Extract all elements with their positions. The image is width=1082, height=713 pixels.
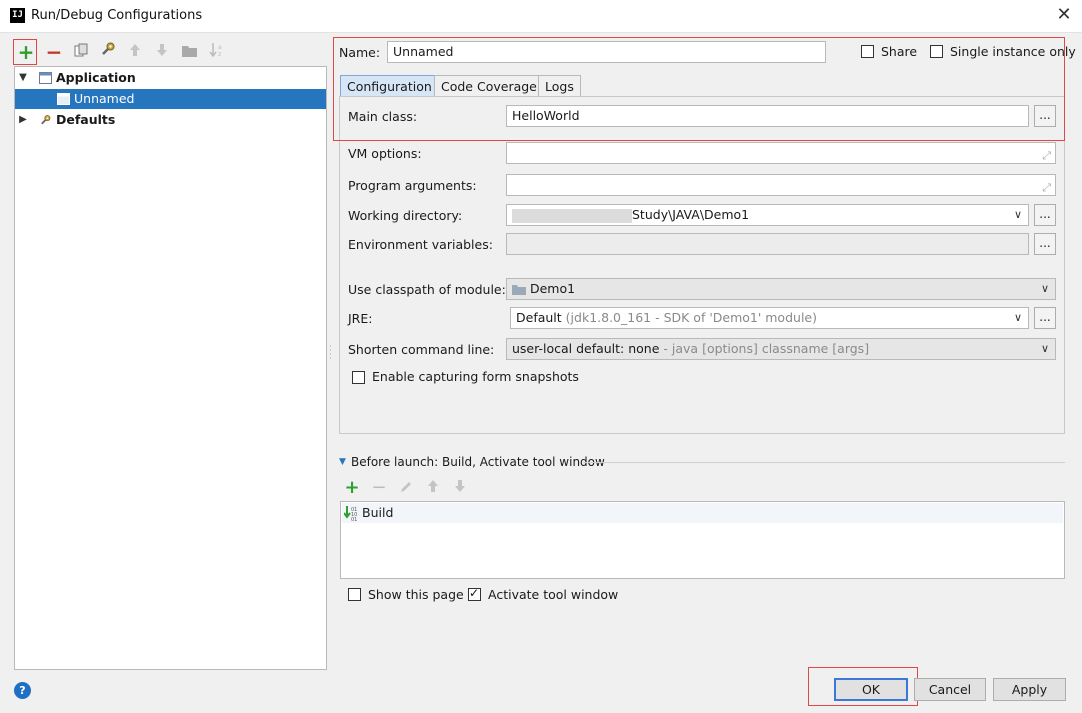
vm-options-input[interactable]: ⤢ — [506, 142, 1056, 164]
copy-icon — [74, 43, 88, 57]
environment-variables-label: Environment variables: — [348, 237, 493, 252]
remove-configuration-button[interactable]: − — [44, 41, 64, 63]
arrow-down-icon — [157, 44, 167, 56]
redacted-path-blur — [512, 208, 632, 223]
environment-variables-input[interactable] — [506, 233, 1029, 255]
intellij-app-icon: IJ — [10, 8, 25, 23]
folder-button[interactable] — [179, 41, 199, 63]
move-down-button[interactable] — [152, 41, 172, 63]
arrow-up-icon — [428, 480, 438, 492]
environment-variables-browse-button[interactable]: ... — [1034, 233, 1056, 255]
svg-text:a: a — [218, 44, 222, 51]
working-directory-browse-button[interactable]: ... — [1034, 204, 1056, 226]
expand-icon[interactable]: ⤢ — [1042, 178, 1051, 195]
cancel-button[interactable]: Cancel — [914, 678, 986, 701]
before-launch-header: Before launch: Build, Activate tool wind… — [351, 455, 605, 469]
divider — [583, 462, 1065, 463]
remove-task-button[interactable]: − — [369, 477, 389, 499]
shorten-command-line-label: Shorten command line: — [348, 342, 495, 357]
name-main-class-highlight — [333, 37, 1065, 141]
move-task-up-button[interactable] — [423, 477, 443, 499]
arrow-down-icon — [455, 480, 465, 492]
show-this-page-checkbox[interactable] — [348, 588, 361, 601]
edit-defaults-button[interactable] — [98, 41, 118, 63]
build-icon: 011001 — [344, 506, 357, 521]
capture-form-snapshots-label: Enable capturing form snapshots — [372, 369, 579, 384]
working-directory-combo[interactable]: Study\JAVA\Demo1 ∨ — [506, 204, 1029, 226]
jre-browse-button[interactable]: ... — [1034, 307, 1056, 329]
application-config-icon — [57, 93, 70, 105]
add-configuration-button[interactable]: + — [16, 41, 36, 63]
expand-icon[interactable]: ⤢ — [1042, 146, 1051, 163]
jre-label: JRE: — [348, 311, 373, 326]
capture-form-snapshots-checkbox[interactable] — [352, 371, 365, 384]
tree-node-defaults[interactable]: ▶ Defaults — [15, 110, 326, 130]
apply-button[interactable]: Apply — [993, 678, 1066, 701]
show-this-page-label: Show this page — [368, 587, 464, 602]
chevron-down-icon[interactable]: ∨ — [1014, 308, 1022, 328]
application-icon — [39, 72, 52, 84]
chevron-down-icon[interactable]: ∨ — [1014, 205, 1022, 225]
ok-button[interactable]: OK — [834, 678, 908, 701]
close-window-button[interactable]: ✕ — [1053, 4, 1075, 26]
chevron-down-icon[interactable]: ▼ — [17, 68, 29, 88]
svg-text:z: z — [218, 51, 221, 57]
copy-configuration-button[interactable] — [71, 41, 91, 63]
classpath-label: Use classpath of module: — [348, 282, 506, 297]
svg-text:01: 01 — [351, 517, 357, 521]
program-arguments-label: Program arguments: — [348, 178, 477, 193]
move-up-button[interactable] — [125, 41, 145, 63]
edit-task-button[interactable] — [396, 477, 416, 499]
chevron-right-icon[interactable]: ▶ — [17, 110, 29, 130]
list-item[interactable]: 01 10 01 Build — [342, 503, 1063, 523]
wrench-icon — [102, 42, 115, 55]
add-task-button[interactable]: + — [342, 477, 362, 499]
before-launch-task-list[interactable]: 01 10 01 Build — [340, 501, 1065, 579]
pencil-icon — [401, 482, 411, 492]
window-title: Run/Debug Configurations — [31, 8, 203, 23]
chevron-down-icon[interactable]: ∨ — [1041, 339, 1049, 359]
help-icon[interactable]: ? — [14, 682, 31, 699]
sort-button[interactable]: az — [206, 41, 226, 63]
move-task-down-button[interactable] — [450, 477, 470, 499]
wrench-icon — [41, 115, 51, 125]
shorten-command-line-combo[interactable]: user-local default: none - java [options… — [506, 338, 1056, 360]
working-directory-label: Working directory: — [348, 208, 463, 223]
classpath-module-combo[interactable]: Demo1 ∨ — [506, 278, 1056, 300]
program-arguments-input[interactable]: ⤢ — [506, 174, 1056, 196]
activate-tool-window-checkbox[interactable] — [468, 586, 481, 601]
activate-tool-window-label: Activate tool window — [488, 587, 619, 602]
sort-alphabetically-icon: az — [208, 43, 222, 58]
tree-node-application[interactable]: ▼ Application — [15, 68, 326, 88]
splitter-handle[interactable]: · · · · — [329, 343, 332, 364]
vm-options-label: VM options: — [348, 146, 422, 161]
collapse-triangle-icon[interactable]: ▼ — [339, 457, 346, 467]
module-folder-icon — [512, 285, 526, 295]
folder-icon — [181, 46, 197, 57]
jre-combo[interactable]: Default (jdk1.8.0_161 - SDK of 'Demo1' m… — [510, 307, 1029, 329]
arrow-up-icon — [130, 44, 140, 56]
tree-node-unnamed[interactable]: Unnamed — [15, 89, 326, 109]
chevron-down-icon[interactable]: ∨ — [1041, 279, 1049, 299]
configurations-tree[interactable]: ▼ Application Unnamed ▶ Defaults — [14, 66, 327, 670]
